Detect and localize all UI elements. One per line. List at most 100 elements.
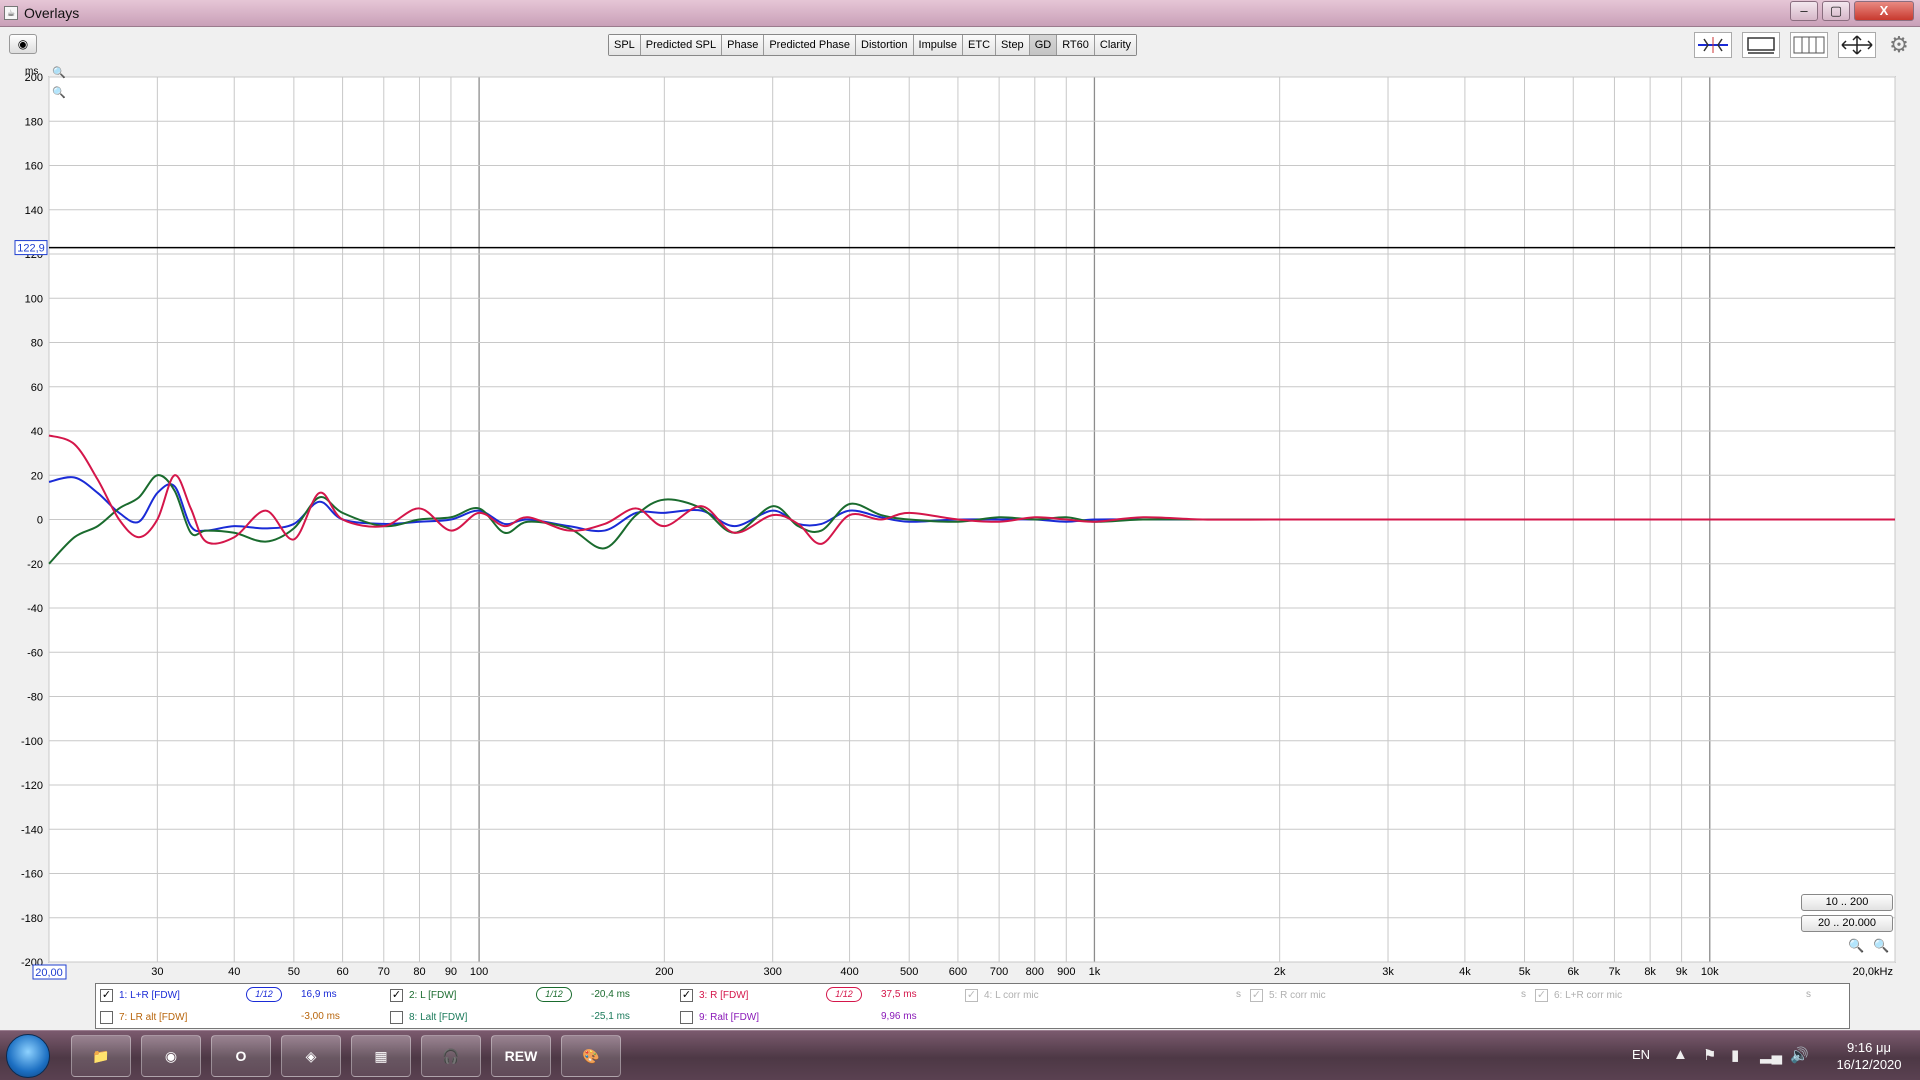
graph-toolbar: ◉ SPL Predicted SPL Phase Predicted Phase Di…	[0, 28, 1920, 62]
trace-checkbox[interactable]	[680, 1010, 693, 1024]
grid-view-icon[interactable]	[1790, 32, 1828, 58]
tab-phase[interactable]: Phase	[722, 35, 765, 55]
group-delay-graph[interactable]: 200180160140120100806040200-20-40-60-80-…	[0, 62, 1920, 982]
y-tick-label: 140	[25, 205, 43, 217]
system-clock[interactable]: 9:16 μμ 16/12/2020	[1822, 1039, 1916, 1073]
window-view-icon[interactable]	[1742, 32, 1780, 58]
graph-tool-icons: ⚙	[1694, 32, 1912, 58]
legend-trace-item[interactable]: ✓ 5: R corr mic	[1250, 987, 1326, 1003]
trace-checkbox[interactable]	[390, 1010, 403, 1024]
x-tick-label: 200	[655, 966, 673, 978]
legend-trace-item[interactable]: ✓ 6: L+R corr mic	[1535, 987, 1622, 1003]
y-tick-label: 180	[25, 116, 43, 128]
smoothing-badge[interactable]: 1/12	[246, 987, 282, 1002]
legend-trace-item[interactable]: 9: Ralt [FDW]	[680, 1009, 759, 1025]
show-hidden-icons-icon[interactable]: ▲	[1673, 1046, 1688, 1063]
x-tick-label: 100	[470, 966, 488, 978]
zoom-in-icon[interactable]: 🔍	[1848, 938, 1864, 954]
trace-checkbox[interactable]	[100, 1010, 113, 1024]
tab-clarity[interactable]: Clarity	[1094, 35, 1137, 55]
y-tick-label: 0	[37, 515, 43, 527]
tab-rt60[interactable]: RT60	[1057, 35, 1095, 55]
trace-cursor-value: -3,00 ms	[301, 1011, 340, 1022]
tab-gd[interactable]: GD	[1029, 35, 1058, 55]
trace-cursor-value: s	[1236, 989, 1241, 1000]
y-tick-label: 60	[31, 382, 43, 394]
tab-impulse[interactable]: Impulse	[913, 35, 964, 55]
legend-trace-item[interactable]: ✓ 1: L+R [FDW]	[100, 987, 180, 1003]
x-tick-label: 700	[990, 966, 1008, 978]
align-traces-icon[interactable]	[1694, 32, 1732, 58]
language-indicator[interactable]: EN	[1632, 1047, 1650, 1062]
tab-predicted-phase[interactable]: Predicted Phase	[764, 35, 857, 55]
legend-trace-item[interactable]: 7: LR alt [FDW]	[100, 1009, 187, 1025]
tab-distortion[interactable]: Distortion	[856, 35, 914, 55]
trace-cursor-value: 9,96 ms	[881, 1011, 917, 1022]
headphones-app-icon[interactable]: 🎧	[421, 1035, 481, 1077]
smoothing-badge[interactable]: 1/12	[536, 987, 572, 1002]
x-tick-label: 10k	[1701, 966, 1719, 978]
file-explorer-icon[interactable]: 📁	[71, 1035, 131, 1077]
tab-predicted-spl[interactable]: Predicted SPL	[640, 35, 723, 55]
x-tick-label: 8k	[1644, 966, 1656, 978]
smoothing-badge[interactable]: 1/12	[826, 987, 862, 1002]
minimize-button[interactable]: –	[1790, 1, 1818, 21]
x-tick-label: 800	[1026, 966, 1044, 978]
opera-icon[interactable]: O	[211, 1035, 271, 1077]
gear-icon[interactable]: ⚙	[1886, 32, 1912, 58]
legend-trace-item[interactable]: ✓ 4: L corr mic	[965, 987, 1039, 1003]
start-button[interactable]	[6, 1034, 50, 1078]
legend-trace-item[interactable]: 8: Lalt [FDW]	[390, 1009, 467, 1025]
graph-area[interactable]: 200180160140120100806040200-20-40-60-80-…	[0, 62, 1920, 982]
y-tick-label: -40	[27, 603, 43, 615]
x-tick-label: 1k	[1089, 966, 1101, 978]
maximize-button[interactable]: ▢	[1822, 1, 1850, 21]
legend-trace-item[interactable]: ✓ 2: L [FDW]	[390, 987, 456, 1003]
zoom-fit-icon[interactable]	[1838, 32, 1876, 58]
rew-icon[interactable]: REW	[491, 1035, 551, 1077]
tab-step[interactable]: Step	[996, 35, 1030, 55]
filezilla-icon[interactable]: ▦	[351, 1035, 411, 1077]
trace-label: 5: R corr mic	[1269, 989, 1326, 1001]
x-tick-label: 30	[151, 966, 163, 978]
trace-label: 7: LR alt [FDW]	[119, 1011, 188, 1023]
y-zoom-in-icon[interactable]: 🔍	[52, 66, 66, 79]
y-tick-label: -100	[21, 736, 43, 748]
y-zoom-out-icon[interactable]: 🔍	[52, 86, 66, 99]
tab-spl[interactable]: SPL	[609, 35, 641, 55]
trace-checkbox[interactable]: ✓	[1250, 988, 1263, 1002]
legend-trace-item[interactable]: ✓ 3: R [FDW]	[680, 987, 748, 1003]
x-tick-label: 2k	[1274, 966, 1286, 978]
vpn-shield-icon[interactable]: ◈	[281, 1035, 341, 1077]
x-tick-label: 40	[228, 966, 240, 978]
y-tick-label: 100	[25, 293, 43, 305]
close-button[interactable]: X	[1854, 1, 1914, 21]
window-title: Overlays	[24, 5, 80, 21]
trace-checkbox[interactable]: ✓	[390, 988, 403, 1002]
trace-cursor-value: 37,5 ms	[881, 989, 917, 1000]
chrome-icon[interactable]: ◉	[141, 1035, 201, 1077]
paint-icon[interactable]: 🎨	[561, 1035, 621, 1077]
trace-legend: ✓ 1: L+R [FDW] 1/12 16,9 ms ✓ 2: L [FDW] 1/12 -…	[95, 983, 1850, 1029]
volume-icon[interactable]: 🔊	[1790, 1046, 1809, 1064]
tab-etc[interactable]: ETC	[963, 35, 997, 55]
x-tick-label: 3k	[1382, 966, 1394, 978]
y-tick-label: -20	[27, 559, 43, 571]
x-tick-label: 70	[378, 966, 390, 978]
y-tick-label: -60	[27, 647, 43, 659]
camera-icon[interactable]: ◉	[9, 34, 37, 54]
java-app-icon: ☕	[4, 6, 18, 20]
battery-icon[interactable]: ▮	[1731, 1046, 1739, 1064]
action-center-flag-icon[interactable]: ⚑	[1703, 1046, 1716, 1064]
trace-checkbox[interactable]: ✓	[100, 988, 113, 1002]
range-button-20-20000[interactable]: 20 .. 20.000	[1801, 915, 1893, 932]
trace-checkbox[interactable]: ✓	[680, 988, 693, 1002]
range-button-10-200[interactable]: 10 .. 200	[1801, 894, 1893, 911]
zoom-out-icon[interactable]: 🔍	[1873, 938, 1889, 954]
trace-label: 9: Ralt [FDW]	[699, 1011, 760, 1023]
network-icon[interactable]: ▂▄	[1760, 1046, 1782, 1064]
trace-checkbox[interactable]: ✓	[1535, 988, 1548, 1002]
trace-checkbox[interactable]: ✓	[965, 988, 978, 1002]
window-titlebar[interactable]: ☕ Overlays – ▢ X	[0, 0, 1920, 27]
x-tick-label: 80	[413, 966, 425, 978]
